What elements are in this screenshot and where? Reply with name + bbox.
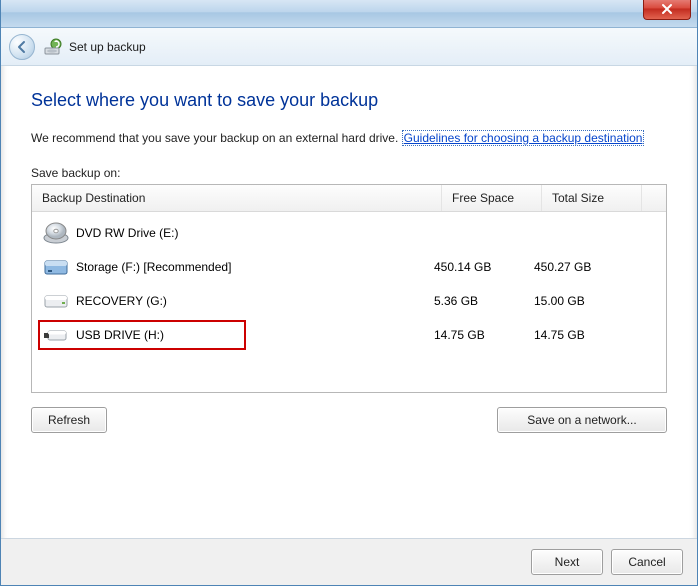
wizard-window: Set up backup Select where you want to s…	[0, 0, 698, 586]
drive-total-size: 450.27 GB	[534, 260, 634, 274]
guidelines-link[interactable]: Guidelines for choosing a backup destina…	[402, 130, 645, 146]
drive-row[interactable]: Storage (F:) [Recommended]450.14 GB450.2…	[32, 250, 666, 284]
drive-name: DVD RW Drive (E:)	[72, 226, 434, 240]
drive-row[interactable]: RECOVERY (G:)5.36 GB15.00 GB	[32, 284, 666, 318]
col-free-space[interactable]: Free Space	[442, 185, 542, 211]
content-area: Select where you want to save your backu…	[1, 66, 697, 538]
page-heading: Select where you want to save your backu…	[31, 90, 667, 111]
drive-free-space: 5.36 GB	[434, 294, 534, 308]
cancel-button[interactable]: Cancel	[611, 549, 683, 575]
drive-row[interactable]: USB DRIVE (H:)14.75 GB14.75 GB	[32, 318, 666, 352]
drive-free-space: 450.14 GB	[434, 260, 534, 274]
drive-icon	[40, 220, 72, 246]
mid-button-row: Refresh Save on a network...	[31, 407, 667, 433]
save-on-label: Save backup on:	[31, 166, 667, 180]
save-on-network-button[interactable]: Save on a network...	[497, 407, 667, 433]
drive-total-size: 15.00 GB	[534, 294, 634, 308]
close-button[interactable]	[643, 0, 691, 20]
drive-name: Storage (F:) [Recommended]	[72, 260, 434, 274]
drive-name: USB DRIVE (H:)	[72, 328, 434, 342]
next-button[interactable]: Next	[531, 549, 603, 575]
drive-row[interactable]: DVD RW Drive (E:)	[32, 216, 666, 250]
drive-table-header: Backup Destination Free Space Total Size	[32, 185, 666, 212]
col-destination[interactable]: Backup Destination	[32, 185, 442, 211]
drive-free-space: 14.75 GB	[434, 328, 534, 342]
col-spacer	[642, 185, 666, 211]
drive-table: Backup Destination Free Space Total Size…	[31, 184, 667, 393]
header-strip: Set up backup	[1, 28, 697, 66]
drive-name: RECOVERY (G:)	[72, 294, 434, 308]
close-icon	[661, 3, 673, 15]
drive-icon	[40, 254, 72, 280]
footer-bar: Next Cancel	[1, 538, 697, 585]
drive-icon	[40, 322, 72, 348]
title-bar	[1, 0, 697, 28]
backup-icon	[43, 37, 63, 57]
col-total-size[interactable]: Total Size	[542, 185, 642, 211]
refresh-button[interactable]: Refresh	[31, 407, 107, 433]
drive-total-size: 14.75 GB	[534, 328, 634, 342]
back-button[interactable]	[9, 34, 35, 60]
back-arrow-icon	[15, 40, 29, 54]
recommend-text: We recommend that you save your backup o…	[31, 129, 667, 148]
drive-table-body: DVD RW Drive (E:) Storage (F:) [Recommend…	[32, 212, 666, 392]
recommend-lead: We recommend that you save your backup o…	[31, 131, 402, 145]
window-title: Set up backup	[69, 40, 146, 54]
drive-icon	[40, 288, 72, 314]
